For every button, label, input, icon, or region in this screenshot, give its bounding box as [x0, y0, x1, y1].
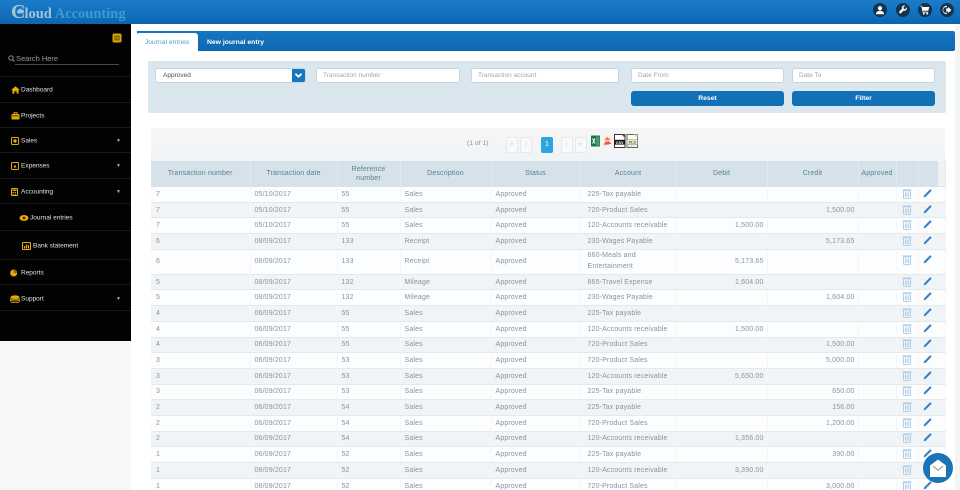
svg-text:CSV: CSV — [616, 141, 624, 145]
svg-text:XLS: XLS — [629, 141, 637, 145]
